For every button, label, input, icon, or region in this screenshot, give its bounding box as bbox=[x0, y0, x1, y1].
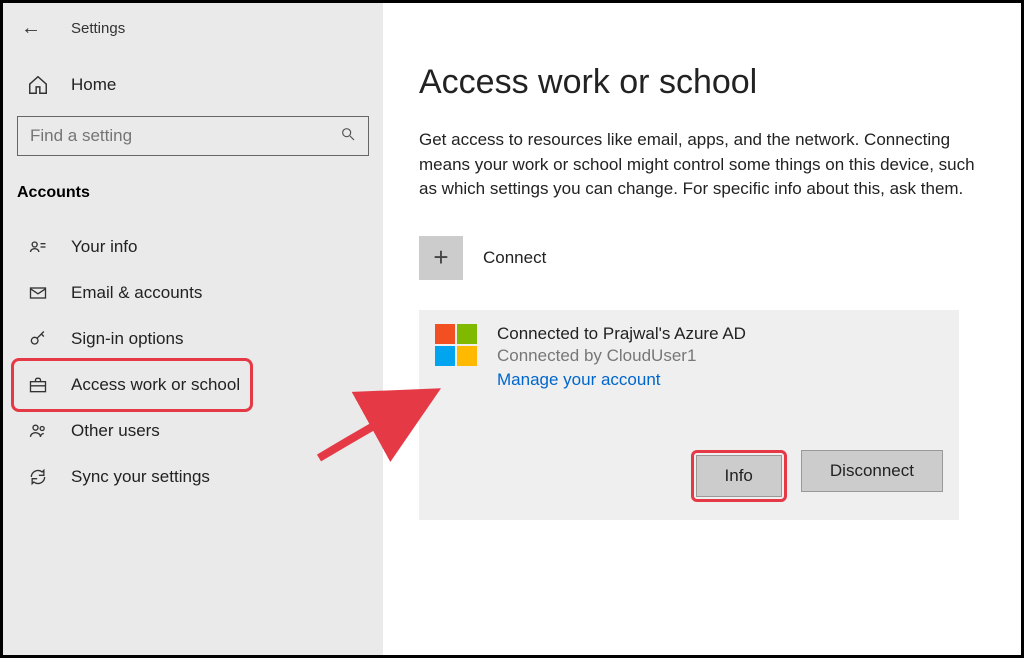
account-subtitle: Connected by CloudUser1 bbox=[497, 346, 846, 366]
connect-label: Connect bbox=[483, 248, 546, 268]
nav-list: Your info Email & accounts Sign-in optio… bbox=[3, 224, 383, 500]
annotation-highlight-box: Info bbox=[691, 450, 787, 502]
search-icon bbox=[340, 126, 356, 147]
sidebar-item-other-users[interactable]: Other users bbox=[3, 408, 383, 454]
sidebar-header: ← Settings bbox=[3, 3, 383, 52]
plus-icon: + bbox=[419, 236, 463, 280]
nav-home-label: Home bbox=[71, 75, 116, 95]
nav-home[interactable]: Home bbox=[3, 62, 383, 108]
section-heading: Accounts bbox=[3, 170, 383, 210]
window-title: Settings bbox=[71, 20, 125, 37]
search-box[interactable] bbox=[17, 116, 369, 156]
microsoft-logo-icon bbox=[435, 324, 477, 366]
sync-icon bbox=[27, 466, 49, 488]
sidebar-item-sync-settings[interactable]: Sync your settings bbox=[3, 454, 383, 500]
page-description: Get access to resources like email, apps… bbox=[419, 128, 979, 202]
account-block: Connected to Prajwal's Azure AD Connecte… bbox=[419, 310, 959, 520]
sidebar-item-label: Sign-in options bbox=[71, 329, 183, 349]
redacted-region bbox=[696, 347, 846, 365]
settings-window: ← Settings Home Accounts Your bbox=[3, 3, 1021, 655]
sidebar-item-sign-in-options[interactable]: Sign-in options bbox=[3, 316, 383, 362]
connected-account-card[interactable]: Connected to Prajwal's Azure AD Connecte… bbox=[419, 310, 959, 520]
disconnect-button[interactable]: Disconnect bbox=[801, 450, 943, 492]
key-icon bbox=[27, 328, 49, 350]
mail-icon bbox=[27, 282, 49, 304]
sidebar: ← Settings Home Accounts Your bbox=[3, 3, 383, 655]
back-arrow-icon[interactable]: ← bbox=[21, 17, 41, 40]
people-icon bbox=[27, 420, 49, 442]
sidebar-item-access-work-school[interactable]: Access work or school bbox=[3, 362, 383, 408]
connect-button[interactable]: + Connect bbox=[419, 236, 981, 280]
account-subtitle-text: Connected by CloudUser1 bbox=[497, 346, 696, 365]
sidebar-item-label: Other users bbox=[71, 421, 160, 441]
main-content: Access work or school Get access to reso… bbox=[383, 3, 1021, 655]
card-buttons: Info Disconnect bbox=[435, 450, 943, 502]
sidebar-item-your-info[interactable]: Your info bbox=[3, 224, 383, 270]
sidebar-item-label: Access work or school bbox=[71, 375, 240, 395]
sidebar-item-label: Sync your settings bbox=[71, 467, 210, 487]
account-text: Connected to Prajwal's Azure AD Connecte… bbox=[497, 324, 846, 390]
sidebar-item-label: Your info bbox=[71, 237, 137, 257]
account-title: Connected to Prajwal's Azure AD bbox=[497, 324, 846, 344]
manage-account-link[interactable]: Manage your account bbox=[497, 370, 846, 390]
home-icon bbox=[27, 74, 49, 96]
person-card-icon bbox=[27, 236, 49, 258]
search-wrap bbox=[3, 108, 383, 170]
sidebar-item-label: Email & accounts bbox=[71, 283, 202, 303]
page-title: Access work or school bbox=[419, 63, 981, 102]
search-input[interactable] bbox=[30, 126, 340, 146]
briefcase-icon bbox=[27, 374, 49, 396]
sidebar-item-email-accounts[interactable]: Email & accounts bbox=[3, 270, 383, 316]
info-button[interactable]: Info bbox=[696, 455, 782, 497]
